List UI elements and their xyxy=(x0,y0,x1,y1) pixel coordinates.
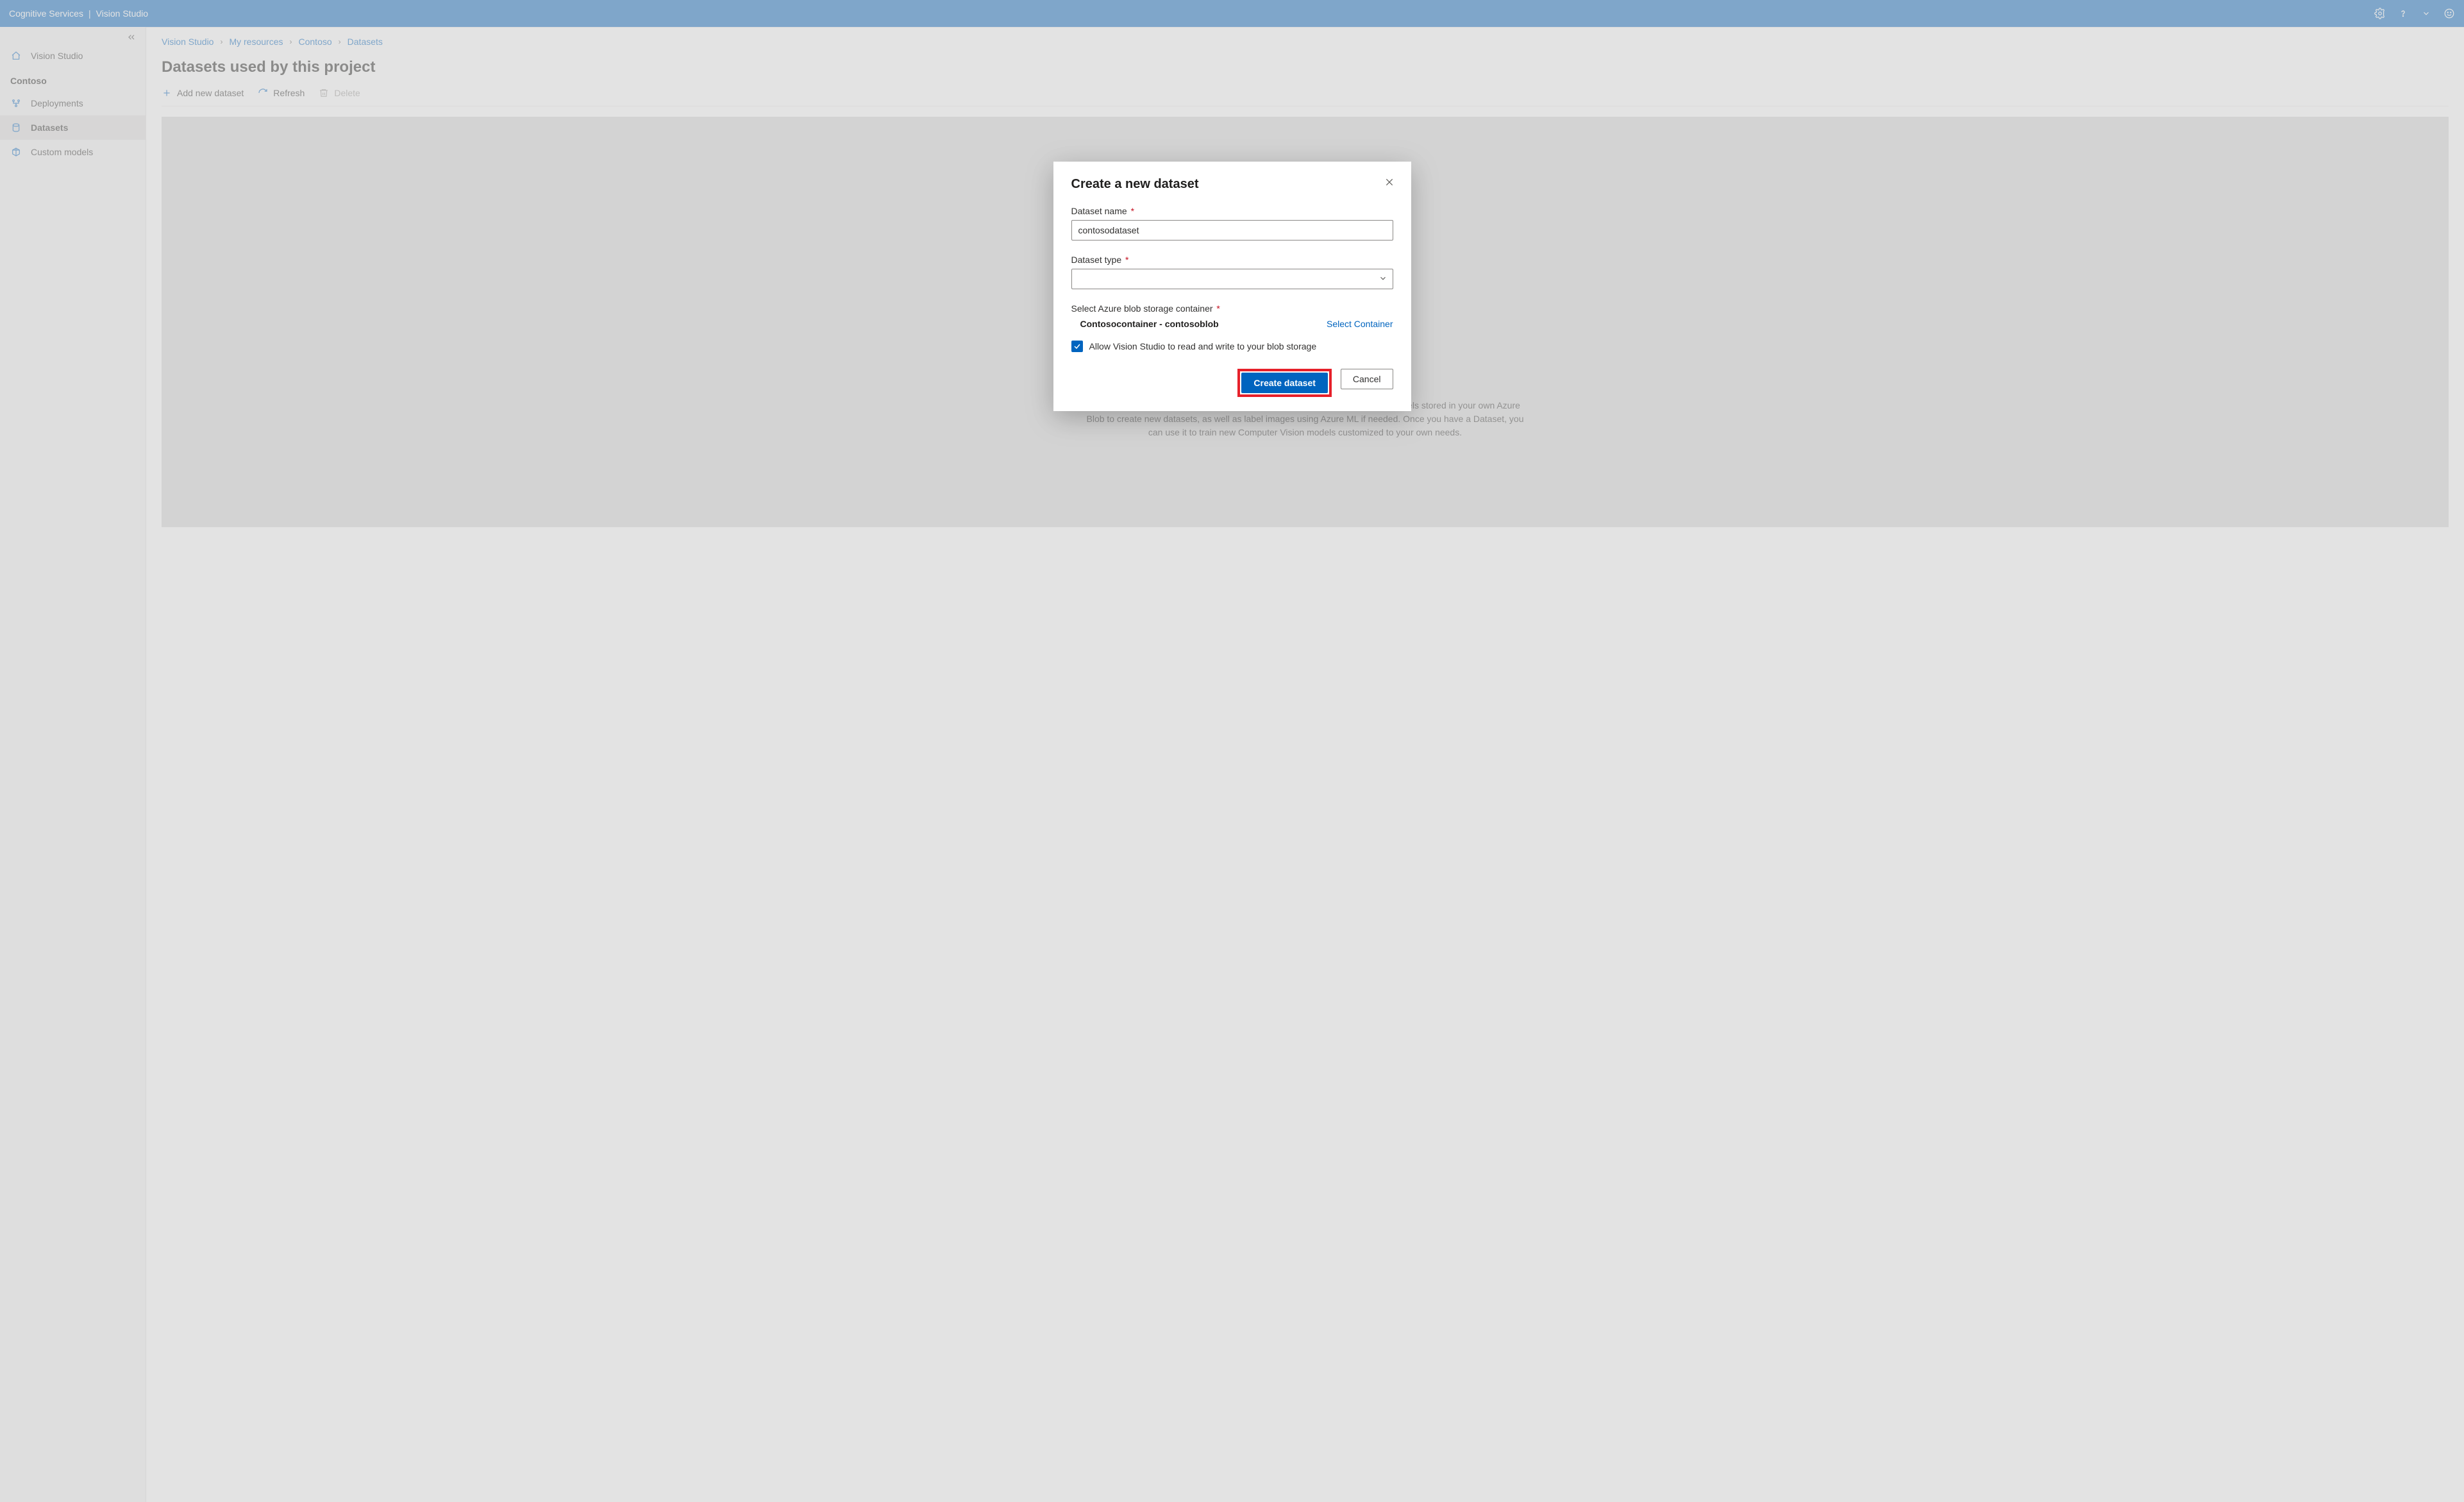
dataset-name-field: Dataset name * xyxy=(1071,206,1393,240)
allow-access-checkbox[interactable] xyxy=(1071,341,1083,352)
allow-access-label: Allow Vision Studio to read and write to… xyxy=(1089,341,1317,351)
modal-button-row: Create dataset Cancel xyxy=(1071,369,1393,397)
select-container-link[interactable]: Select Container xyxy=(1327,319,1393,329)
storage-container-value: Contosocontainer - contosoblob xyxy=(1080,319,1219,329)
storage-container-label: Select Azure blob storage container * xyxy=(1071,303,1393,314)
modal-title: Create a new dataset xyxy=(1071,177,1393,192)
create-dataset-button[interactable]: Create dataset xyxy=(1241,373,1328,393)
create-dataset-modal: Create a new dataset Dataset name * Data… xyxy=(1053,162,1411,411)
highlight-annotation: Create dataset xyxy=(1237,369,1332,397)
dataset-name-input[interactable] xyxy=(1071,220,1393,240)
allow-access-row: Allow Vision Studio to read and write to… xyxy=(1071,341,1393,352)
dataset-name-label: Dataset name * xyxy=(1071,206,1393,216)
dataset-type-label: Dataset type * xyxy=(1071,255,1393,265)
dataset-type-field: Dataset type * xyxy=(1071,255,1393,289)
dataset-type-select[interactable] xyxy=(1071,269,1393,289)
storage-container-field: Select Azure blob storage container * Co… xyxy=(1071,303,1393,329)
close-icon[interactable] xyxy=(1383,176,1396,189)
chevron-down-icon xyxy=(1379,274,1387,285)
cancel-button[interactable]: Cancel xyxy=(1341,369,1393,389)
modal-overlay: Create a new dataset Dataset name * Data… xyxy=(0,0,2464,1502)
